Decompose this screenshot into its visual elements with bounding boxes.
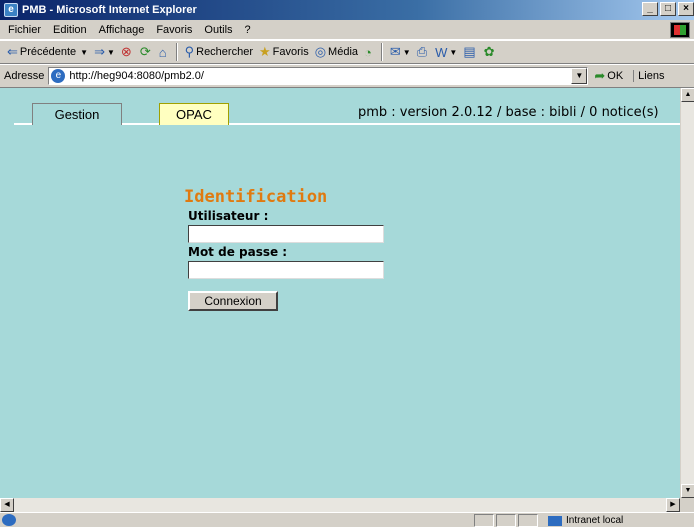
stop-button[interactable]: ⊗ xyxy=(118,44,137,60)
page-viewport: Gestion OPAC pmb : version 2.0.12 / base… xyxy=(0,88,680,498)
go-button[interactable]: ➦ OK xyxy=(594,68,623,84)
tab-opac[interactable]: OPAC xyxy=(159,103,229,125)
discuss-icon: ▤ xyxy=(463,44,476,59)
search-icon: ⚲ xyxy=(184,44,195,59)
status-panel xyxy=(496,514,516,527)
forward-arrow-icon: ⇒ xyxy=(94,44,105,59)
ie-app-icon: e xyxy=(4,3,18,17)
menu-help[interactable]: ? xyxy=(239,24,257,36)
mail-button[interactable]: ✉ ▼ xyxy=(387,44,414,60)
window-title: PMB - Microsoft Internet Explorer xyxy=(22,4,197,16)
maximize-button[interactable]: □ xyxy=(660,2,676,16)
window-title-bar: e PMB - Microsoft Internet Explorer _ □ … xyxy=(0,0,694,20)
refresh-button[interactable]: ⟳ xyxy=(137,44,156,60)
print-icon: ⎙ xyxy=(416,44,428,59)
search-label: Rechercher xyxy=(196,46,253,58)
media-button[interactable]: ◎ Média xyxy=(312,44,361,60)
window-controls: _ □ × xyxy=(640,2,694,16)
mail-dropdown-icon[interactable]: ▼ xyxy=(403,48,411,57)
history-button[interactable]: ◔ xyxy=(361,45,377,60)
scroll-right-icon[interactable]: ▶ xyxy=(666,498,680,512)
address-input[interactable]: e http://heg904:8080/pmb2.0/ ▼ xyxy=(48,67,589,85)
toolbar-separator xyxy=(380,43,383,61)
status-bar: Intranet local xyxy=(0,512,694,527)
messenger-button[interactable]: ✿ xyxy=(481,44,500,60)
address-url: http://heg904:8080/pmb2.0/ xyxy=(69,70,204,82)
security-zone: Intranet local xyxy=(548,514,694,527)
home-button[interactable]: ⌂ xyxy=(156,45,172,60)
password-label: Mot de passe : xyxy=(188,245,288,259)
toolbar-separator xyxy=(175,43,178,61)
address-label: Adresse xyxy=(4,70,45,82)
page-icon: e xyxy=(51,69,66,83)
history-icon: ◔ xyxy=(364,44,372,60)
go-arrow-icon: ➦ xyxy=(594,68,606,83)
search-button[interactable]: ⚲ Rechercher xyxy=(182,44,256,60)
version-info: pmb : version 2.0.12 / base : bibli / 0 … xyxy=(358,105,659,120)
menu-affichage[interactable]: Affichage xyxy=(93,24,151,36)
scroll-left-icon[interactable]: ◀ xyxy=(0,498,14,512)
media-icon: ◎ xyxy=(314,44,327,59)
status-panel xyxy=(474,514,494,527)
page-status-icon xyxy=(2,514,16,526)
back-arrow-icon: ⇐ xyxy=(7,44,18,59)
go-label: OK xyxy=(607,70,624,82)
username-label: Utilisateur : xyxy=(188,209,269,223)
word-edit-icon: W xyxy=(435,44,448,60)
scroll-down-icon[interactable]: ▼ xyxy=(681,484,694,498)
intranet-zone-icon xyxy=(548,515,562,526)
menu-bar: Fichier Edition Affichage Favoris Outils… xyxy=(0,20,694,40)
menu-edition[interactable]: Edition xyxy=(47,24,93,36)
favorites-button[interactable]: ★ Favoris xyxy=(256,44,312,60)
stop-icon: ⊗ xyxy=(120,44,132,59)
windows-logo-icon xyxy=(670,22,690,38)
close-button[interactable]: × xyxy=(678,2,694,16)
password-input[interactable] xyxy=(188,261,384,279)
scroll-up-icon[interactable]: ▲ xyxy=(681,88,694,102)
edit-dropdown-icon[interactable]: ▼ xyxy=(449,48,457,57)
minimize-button[interactable]: _ xyxy=(642,2,658,16)
messenger-icon: ✿ xyxy=(483,44,495,59)
address-bar: Adresse e http://heg904:8080/pmb2.0/ ▼ ➦… xyxy=(0,64,694,88)
menu-favoris[interactable]: Favoris xyxy=(150,24,198,36)
tab-gestion[interactable]: Gestion xyxy=(32,103,122,125)
edit-button[interactable]: W ▼ xyxy=(432,45,460,60)
print-button[interactable]: ⎙ xyxy=(414,44,432,60)
forward-button[interactable]: ⇒ ▼ xyxy=(91,44,118,60)
discuss-button[interactable]: ▤ xyxy=(460,44,480,60)
status-panel xyxy=(518,514,538,527)
links-button[interactable]: Liens xyxy=(633,70,664,82)
connexion-button[interactable]: Connexion xyxy=(188,291,278,311)
back-dropdown-icon[interactable]: ▼ xyxy=(80,48,88,57)
horizontal-scrollbar[interactable]: ◀ ▶ xyxy=(0,498,680,512)
favorites-label: Favoris xyxy=(272,46,309,58)
username-input[interactable] xyxy=(188,225,384,243)
mail-icon: ✉ xyxy=(389,44,401,59)
back-label: Précédente xyxy=(19,46,77,58)
menu-fichier[interactable]: Fichier xyxy=(2,24,47,36)
menu-outils[interactable]: Outils xyxy=(198,24,238,36)
media-label: Média xyxy=(328,46,359,58)
vertical-scrollbar[interactable]: ▲ ▼ xyxy=(680,88,694,498)
login-title: Identification xyxy=(184,187,328,207)
favorites-icon: ★ xyxy=(258,44,271,59)
zone-label: Intranet local xyxy=(566,515,624,526)
toolbar: ⇐ Précédente ▼ ⇒ ▼ ⊗ ⟳ ⌂ ⚲ Rechercher ★ … xyxy=(0,40,694,64)
scroll-corner xyxy=(680,498,694,512)
refresh-icon: ⟳ xyxy=(139,44,151,59)
back-button[interactable]: ⇐ Précédente ▼ xyxy=(4,44,91,60)
address-dropdown-icon[interactable]: ▼ xyxy=(571,68,588,84)
forward-dropdown-icon[interactable]: ▼ xyxy=(107,48,115,57)
home-icon: ⌂ xyxy=(158,44,167,60)
